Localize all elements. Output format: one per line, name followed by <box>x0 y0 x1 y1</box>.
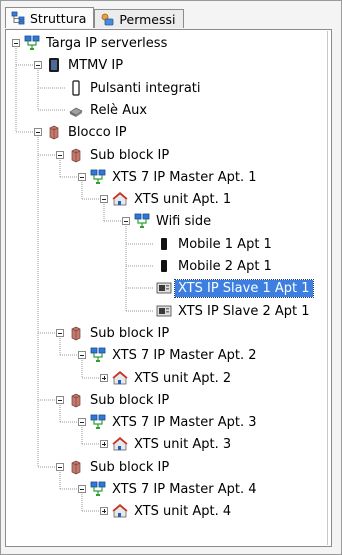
tree-node[interactable]: Sub block IP <box>56 323 172 343</box>
tree-node-label[interactable]: XTS unit Apt. 2 <box>131 370 234 387</box>
mobile-icon <box>161 260 167 272</box>
tree-node[interactable]: Wifi side <box>122 211 214 231</box>
collapse-toggle-icon[interactable] <box>12 39 20 47</box>
tree-node[interactable]: Pulsanti integrati <box>56 78 204 98</box>
tree-node-label[interactable]: Mobile 2 Apt 1 <box>175 258 275 275</box>
tree-node[interactable]: XTS unit Apt. 4 <box>100 501 234 521</box>
tab-permessi-label: Permessi <box>119 11 176 27</box>
structure-icon <box>11 11 25 25</box>
tree-node-label[interactable]: Sub block IP <box>87 392 172 409</box>
tree-node-label[interactable]: Blocco IP <box>65 124 130 141</box>
relay-icon <box>69 107 83 117</box>
slave-icon <box>156 305 172 317</box>
slave-icon <box>156 282 172 294</box>
collapse-toggle-icon[interactable] <box>78 485 86 493</box>
tree-node[interactable]: XTS 7 IP Master Apt. 2 <box>78 345 260 365</box>
tree-node[interactable]: XTS unit Apt. 3 <box>100 434 234 454</box>
house-icon <box>112 370 128 385</box>
tree-view[interactable]: Targa IP serverless MTMV IP Pulsanti integ… <box>6 30 331 546</box>
tree-node-label[interactable]: XTS 7 IP Master Apt. 1 <box>109 169 260 186</box>
tree-node[interactable]: Targa IP serverless <box>12 33 170 53</box>
panel-divider <box>327 31 328 545</box>
tree-node-label[interactable]: Sub block IP <box>87 147 172 164</box>
block-icon <box>71 326 81 341</box>
tree-node-label[interactable]: XTS 7 IP Master Apt. 4 <box>109 481 260 498</box>
block-icon <box>71 460 81 475</box>
block-icon <box>71 393 81 408</box>
tree-node[interactable]: XTS 7 IP Master Apt. 3 <box>78 412 260 432</box>
tree-node-label[interactable]: XTS IP Slave 2 Apt 1 <box>175 303 313 320</box>
house-icon <box>112 436 128 451</box>
tree-node[interactable]: XTS 7 IP Master Apt. 4 <box>78 479 260 499</box>
tree-node-label[interactable]: Pulsanti integrati <box>87 80 204 97</box>
tree-node[interactable]: Sub block IP <box>56 390 172 410</box>
tree-node-label[interactable]: XTS unit Apt. 3 <box>131 436 234 453</box>
tree-node-label[interactable]: Relè Aux <box>87 102 150 119</box>
tree-node[interactable]: Mobile 2 Apt 1 <box>144 256 275 276</box>
tree-node-label[interactable]: XTS 7 IP Master Apt. 3 <box>109 414 260 431</box>
tree-node[interactable]: Mobile 1 Apt 1 <box>144 234 275 254</box>
tree-node[interactable]: Relè Aux <box>56 100 150 120</box>
collapse-toggle-icon[interactable] <box>78 173 86 181</box>
tree-node-label[interactable]: Sub block IP <box>87 325 172 342</box>
tree-node-label[interactable]: Wifi side <box>153 213 214 230</box>
collapse-toggle-icon[interactable] <box>56 396 64 404</box>
tree-node[interactable]: XTS unit Apt. 1 <box>100 189 234 209</box>
tree-node-label[interactable]: XTS unit Apt. 1 <box>131 191 234 208</box>
tab-struttura-label: Struttura <box>30 10 87 26</box>
window-frame: Struttura Permessi Targa IP serverless MT… <box>0 0 342 555</box>
network-icon <box>90 414 106 429</box>
tree-node-label[interactable]: Targa IP serverless <box>43 35 170 52</box>
tree-node[interactable]: Sub block IP <box>56 457 172 477</box>
tree-node-label[interactable]: XTS unit Apt. 4 <box>131 503 234 520</box>
mobile-icon <box>161 238 167 250</box>
collapse-toggle-icon[interactable] <box>34 61 42 69</box>
collapse-toggle-icon[interactable] <box>78 351 86 359</box>
tree-panel: Targa IP serverless MTMV IP Pulsanti integ… <box>5 29 332 547</box>
network-icon <box>24 35 40 50</box>
network-icon <box>134 213 150 228</box>
tree-node[interactable]: XTS IP Slave 2 Apt 1 <box>144 301 313 321</box>
monitor-icon <box>49 58 59 72</box>
tree-node[interactable]: Blocco IP <box>34 122 130 142</box>
tree-node[interactable]: MTMV IP <box>34 55 126 75</box>
tree-node-label[interactable]: XTS IP Slave 1 Apt 1 <box>174 278 314 298</box>
tab-permessi[interactable]: Permessi <box>94 9 184 28</box>
block-icon <box>49 125 59 140</box>
permissions-icon <box>102 13 114 26</box>
expand-toggle-icon[interactable] <box>100 440 108 448</box>
collapse-toggle-icon[interactable] <box>100 195 108 203</box>
network-icon <box>90 169 106 184</box>
tree-node[interactable]: XTS IP Slave 1 Apt 1 <box>144 278 314 298</box>
expand-toggle-icon[interactable] <box>100 374 108 382</box>
tree-node-label[interactable]: Mobile 1 Apt 1 <box>175 236 275 253</box>
collapse-toggle-icon[interactable] <box>122 217 130 225</box>
tree-node-label[interactable]: XTS 7 IP Master Apt. 2 <box>109 347 260 364</box>
collapse-toggle-icon[interactable] <box>56 463 64 471</box>
tab-bar: Struttura Permessi <box>5 7 184 29</box>
phone-icon <box>72 80 80 96</box>
expand-toggle-icon[interactable] <box>100 507 108 515</box>
collapse-toggle-icon[interactable] <box>34 128 42 136</box>
tree-node[interactable]: XTS 7 IP Master Apt. 1 <box>78 167 260 187</box>
collapse-toggle-icon[interactable] <box>56 151 64 159</box>
tree-node-label[interactable]: Sub block IP <box>87 459 172 476</box>
block-icon <box>71 148 81 163</box>
network-icon <box>90 347 106 362</box>
tree-node[interactable]: XTS unit Apt. 2 <box>100 368 234 388</box>
house-icon <box>112 191 128 206</box>
network-icon <box>90 481 106 496</box>
tree-node[interactable]: Sub block IP <box>56 145 172 165</box>
tab-struttura[interactable]: Struttura <box>5 7 95 28</box>
house-icon <box>112 503 128 518</box>
collapse-toggle-icon[interactable] <box>56 329 64 337</box>
tree-node-label[interactable]: MTMV IP <box>65 57 126 74</box>
collapse-toggle-icon[interactable] <box>78 418 86 426</box>
